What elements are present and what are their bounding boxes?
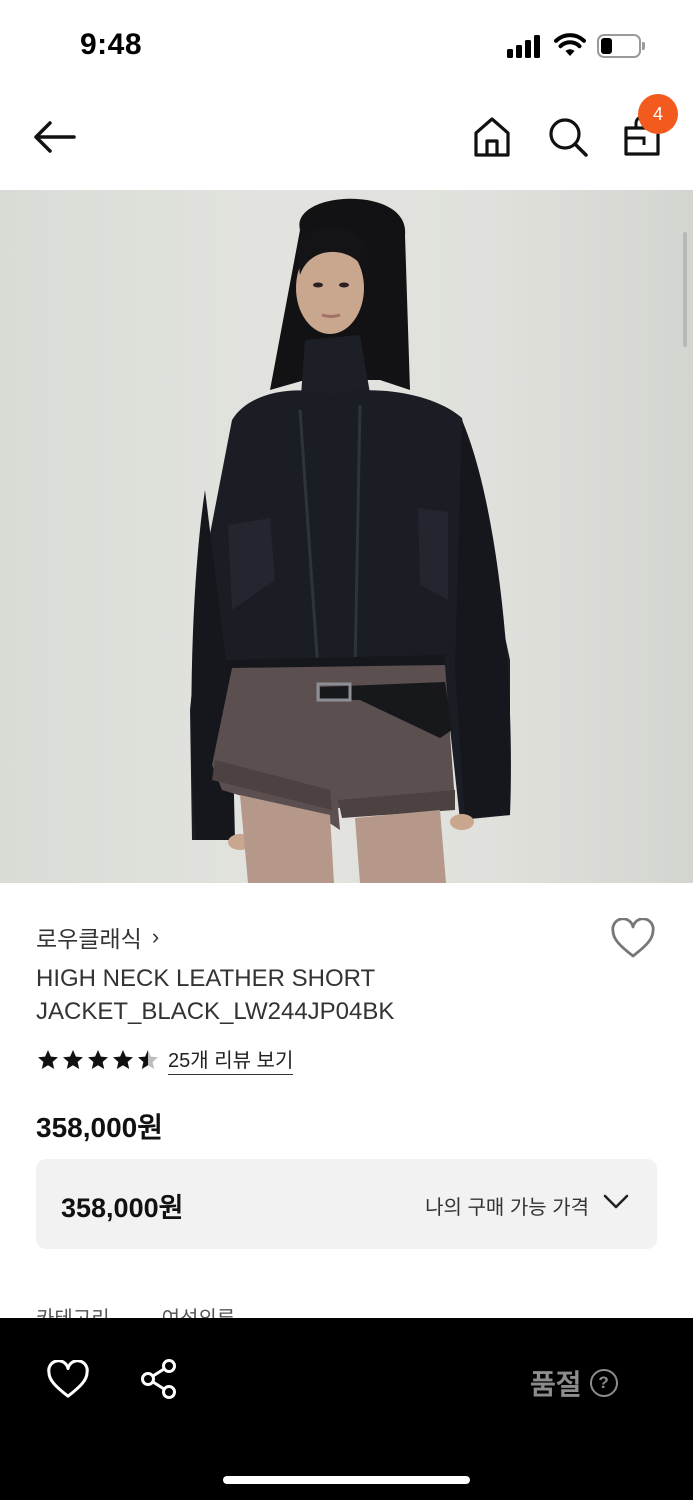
my-price-dropdown[interactable]: 358,000원 나의 구매 가능 가격 xyxy=(36,1159,657,1249)
product-photo xyxy=(190,198,511,883)
product-price: 358,000원 xyxy=(36,1112,163,1143)
battery-icon xyxy=(597,34,645,58)
sold-out-status: 품절 ? xyxy=(530,1363,618,1403)
wifi-icon xyxy=(554,33,586,56)
rating-row: 25개 리뷰 보기 xyxy=(36,1044,294,1075)
home-indicator xyxy=(223,1476,470,1484)
status-bar: 9:48 xyxy=(0,0,693,90)
status-time: 9:48 xyxy=(80,28,143,61)
half-star-icon xyxy=(138,1049,158,1069)
cart-count-badge: 4 xyxy=(638,94,678,134)
wishlist-button[interactable] xyxy=(610,917,656,960)
star-icon xyxy=(88,1049,108,1069)
review-link[interactable]: 25개 리뷰 보기 xyxy=(168,1044,294,1075)
scroll-indicator[interactable] xyxy=(683,232,687,347)
search-button[interactable] xyxy=(546,114,590,160)
star-icon xyxy=(63,1049,83,1069)
star-icon xyxy=(113,1049,133,1069)
heart-icon xyxy=(611,917,655,958)
bottom-wishlist-button[interactable] xyxy=(46,1359,90,1400)
share-icon xyxy=(141,1359,176,1399)
product-title: HIGH NECK LEATHER SHORT JACKET_BLACK_LW2… xyxy=(36,965,395,1025)
help-icon[interactable]: ? xyxy=(589,1369,618,1397)
heart-icon xyxy=(47,1359,89,1398)
share-button[interactable] xyxy=(138,1358,180,1400)
top-nav: 4 xyxy=(0,90,693,190)
back-button[interactable] xyxy=(30,115,82,159)
brand-link[interactable]: 로우클래식 › xyxy=(36,920,159,954)
home-button[interactable] xyxy=(470,114,514,160)
home-icon xyxy=(474,117,510,157)
cellular-signal-icon xyxy=(507,34,543,58)
star-rating xyxy=(36,1048,160,1072)
product-image[interactable] xyxy=(0,190,693,883)
search-icon xyxy=(549,118,588,157)
my-price-label: 나의 구매 가능 가격 xyxy=(425,1197,589,1219)
sold-out-label: 품절 xyxy=(530,1369,582,1400)
bottom-action-bar: 품절 ? xyxy=(0,1318,693,1500)
brand-name: 로우클래식 xyxy=(36,926,142,952)
chevron-down-icon xyxy=(603,1194,629,1209)
chevron-right-icon: › xyxy=(151,924,160,949)
arrow-left-icon xyxy=(34,121,76,153)
my-price-amount: 358,000원 xyxy=(61,1193,184,1223)
star-icon xyxy=(38,1049,58,1069)
